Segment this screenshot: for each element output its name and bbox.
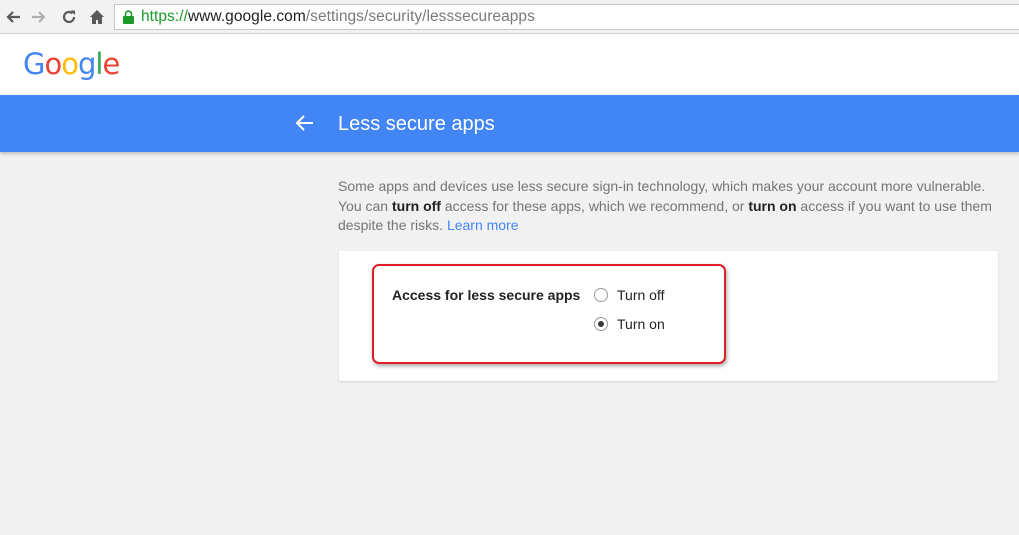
browser-toolbar: https://www.google.com/settings/security… (0, 0, 1019, 34)
home-icon (90, 10, 104, 24)
radio-label-turn-on: Turn on (617, 316, 665, 332)
radio-button[interactable] (594, 317, 608, 331)
description-text: Some apps and devices use less secure si… (338, 178, 992, 233)
setting-label: Access for less secure apps (392, 287, 581, 303)
page-title: Less secure apps (338, 113, 495, 135)
bold-turn-on: turn on (748, 197, 797, 214)
back-arrow-icon[interactable] (293, 111, 317, 135)
back-button[interactable] (2, 6, 24, 28)
home-button[interactable] (86, 6, 108, 28)
highlight-annotation-box (372, 264, 726, 364)
radio-turn-on[interactable]: Turn on (594, 315, 665, 333)
radio-label-turn-off: Turn off (617, 287, 665, 303)
reload-button[interactable] (58, 6, 80, 28)
arrow-right-icon (32, 11, 46, 23)
bold-turn-off: turn off (391, 197, 441, 214)
learn-more-link[interactable]: Learn more (447, 217, 519, 233)
arrow-left-icon (6, 11, 20, 23)
url-text: https://www.google.com/settings/security… (141, 8, 535, 25)
lock-icon (122, 9, 135, 25)
reload-icon (62, 10, 76, 24)
radio-button[interactable] (594, 288, 608, 302)
google-logo[interactable]: Google (23, 44, 120, 84)
address-bar[interactable]: https://www.google.com/settings/security… (114, 4, 1019, 30)
radio-turn-off[interactable]: Turn off (594, 286, 664, 304)
title-bar: Less secure apps (0, 95, 1019, 152)
forward-button[interactable] (28, 6, 50, 28)
google-header: Google (0, 34, 1019, 95)
